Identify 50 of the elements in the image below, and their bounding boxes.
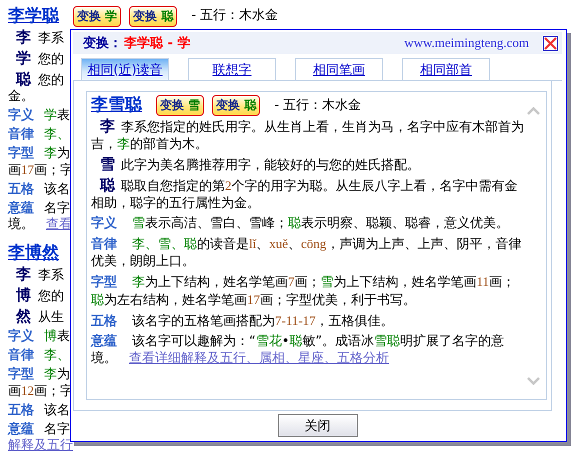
description-text: 聪 您的 <box>14 71 64 89</box>
details-link[interactable]: 解释及五行 <box>8 438 73 453</box>
description-text: 字义 雪表示高洁、雪白、雪峰；聪表示明察、聪颖、聪睿，意义优美。 <box>91 215 509 232</box>
chevron-down-icon[interactable] <box>527 377 540 385</box>
description-text: 意蕴 名字 <box>8 201 70 217</box>
description-text: 博 您的 <box>15 287 64 305</box>
name-link[interactable]: 李博然 <box>8 243 59 263</box>
details-link[interactable]: 查看 <box>46 217 72 232</box>
description-text: 聪 聪取自您指定的第2个字的用字为聪。从生辰八字上看，名字中需有金相助，聪字的五行属性为金。 <box>91 177 518 212</box>
description-text: 然 从生 <box>14 308 64 326</box>
description-text: 音律 李、 <box>8 348 70 364</box>
description-text: 五格 该名字的五格笔画搭配为7-11-17，五格俱佳。 <box>91 312 394 330</box>
swap-button[interactable]: 变换 聪 <box>212 94 260 116</box>
swap-button[interactable]: 变换 聪 <box>129 6 178 26</box>
details-link[interactable]: 查看详细解释及五行、属相、星座、五格分析 <box>129 351 389 366</box>
description-text: 境。 <box>91 351 117 366</box>
description-text: 境。 <box>8 217 34 232</box>
dialog-title-name: 李学聪 - 学 <box>124 35 190 52</box>
swap-button[interactable]: 变换 雪 <box>156 94 204 116</box>
description-text: 字义 学表 <box>8 108 70 124</box>
five-elements-text: - 五行：木水金 <box>191 8 278 24</box>
description-text: 五格 该名 <box>8 182 70 198</box>
description-text: 字型 李为上下结构，姓名学笔画7画；雪为上下结构，姓名学笔画11画； 聪为左右结构，姓名学笔画17画；字型优美，利于书写。 <box>91 273 516 309</box>
description-text: 意蕴 该名字可以趣解为：“雪花•聪敏”。成语冰雪聪明扩展了名字的意 <box>91 333 504 350</box>
description-text: 学 您的 <box>15 50 64 68</box>
tab[interactable]: 相同笔画 <box>295 58 383 80</box>
description-text: 意蕴 名字 <box>8 422 70 438</box>
description-text: 五格 该名 <box>8 403 70 419</box>
description-text: 音律 李、 <box>8 127 70 143</box>
description-text: 字义 博表 <box>8 329 70 345</box>
description-text: 李 李系 <box>14 29 64 47</box>
swap-button[interactable]: 变换 学 <box>73 6 122 26</box>
chevron-up-icon[interactable] <box>527 107 540 115</box>
description-text: 雪 此字为美名腾推荐用字，能较好的与您的姓氏搭配。 <box>99 156 420 174</box>
name-link[interactable]: 李雪聪 <box>91 95 142 115</box>
site-url: www.meimingteng.com <box>404 35 529 51</box>
tab[interactable]: 相同(近)读音 <box>81 58 169 80</box>
description-text: 字型 李为 <box>8 367 70 383</box>
five-elements-text: - 五行：木水金 <box>274 96 362 114</box>
description-text: 李 李系您指定的姓氏用字。从生肖上看，生肖为马，名字中应有木部首为吉，李的部首为木。 <box>91 118 525 153</box>
close-button[interactable]: 关闭 <box>278 414 358 437</box>
dialog-title-label: 变换： <box>83 34 122 52</box>
close-icon[interactable] <box>543 36 558 50</box>
tab[interactable]: 联想字 <box>188 58 276 80</box>
description-text: 字型 李为 <box>8 146 70 162</box>
description-text: 金。 <box>8 89 34 104</box>
description-text: 音律 李、雪、聪的读音是lǐ、xuě、cōng，声调为上声、上声、阴平，音律优美，朗朗上口。 <box>91 235 522 270</box>
tab[interactable]: 相同部首 <box>402 58 490 80</box>
name-link[interactable]: 李学聪 <box>8 6 59 26</box>
description-text: 李 李系 <box>14 266 64 284</box>
